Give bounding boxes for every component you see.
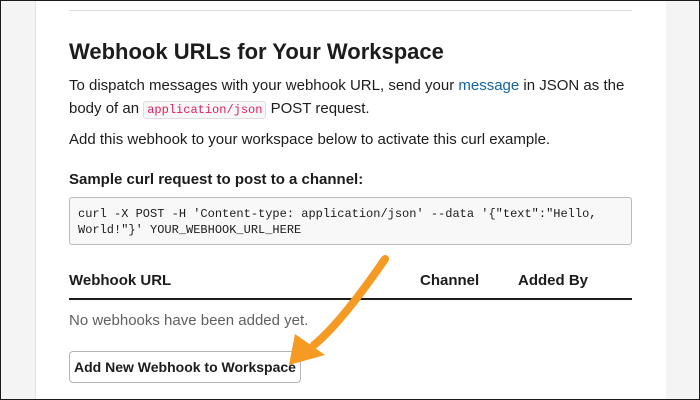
column-header-webhook-url: Webhook URL [69, 272, 172, 289]
screenshot-frame: Webhook URLs for Your Workspace To dispa… [0, 0, 700, 400]
add-instructions: Add this webhook to your workspace below… [69, 131, 551, 148]
left-gutter [1, 1, 36, 399]
add-new-webhook-button[interactable]: Add New Webhook to Workspace [69, 351, 301, 383]
column-header-channel: Channel [420, 272, 480, 289]
intro-text-start: To dispatch messages with your webhook U… [69, 77, 459, 94]
empty-webhooks-message: No webhooks have been added yet. [69, 312, 309, 329]
inline-code-application-json: application/json [143, 101, 267, 119]
sample-curl-label: Sample curl request to post to a channel… [69, 171, 364, 188]
curl-code-block[interactable]: curl -X POST -H 'Content-type: applicati… [69, 197, 632, 245]
right-gutter [664, 1, 699, 399]
webhook-settings-panel: Webhook URLs for Your Workspace To dispa… [36, 1, 666, 399]
page-title: Webhook URLs for Your Workspace [69, 39, 444, 64]
intro-paragraph: To dispatch messages with your webhook U… [69, 74, 639, 122]
column-header-added-by: Added By [518, 272, 589, 289]
top-divider [69, 10, 632, 11]
table-header-rule [69, 298, 632, 300]
message-link[interactable]: message [458, 77, 519, 94]
intro-text-end: POST request. [266, 100, 370, 117]
